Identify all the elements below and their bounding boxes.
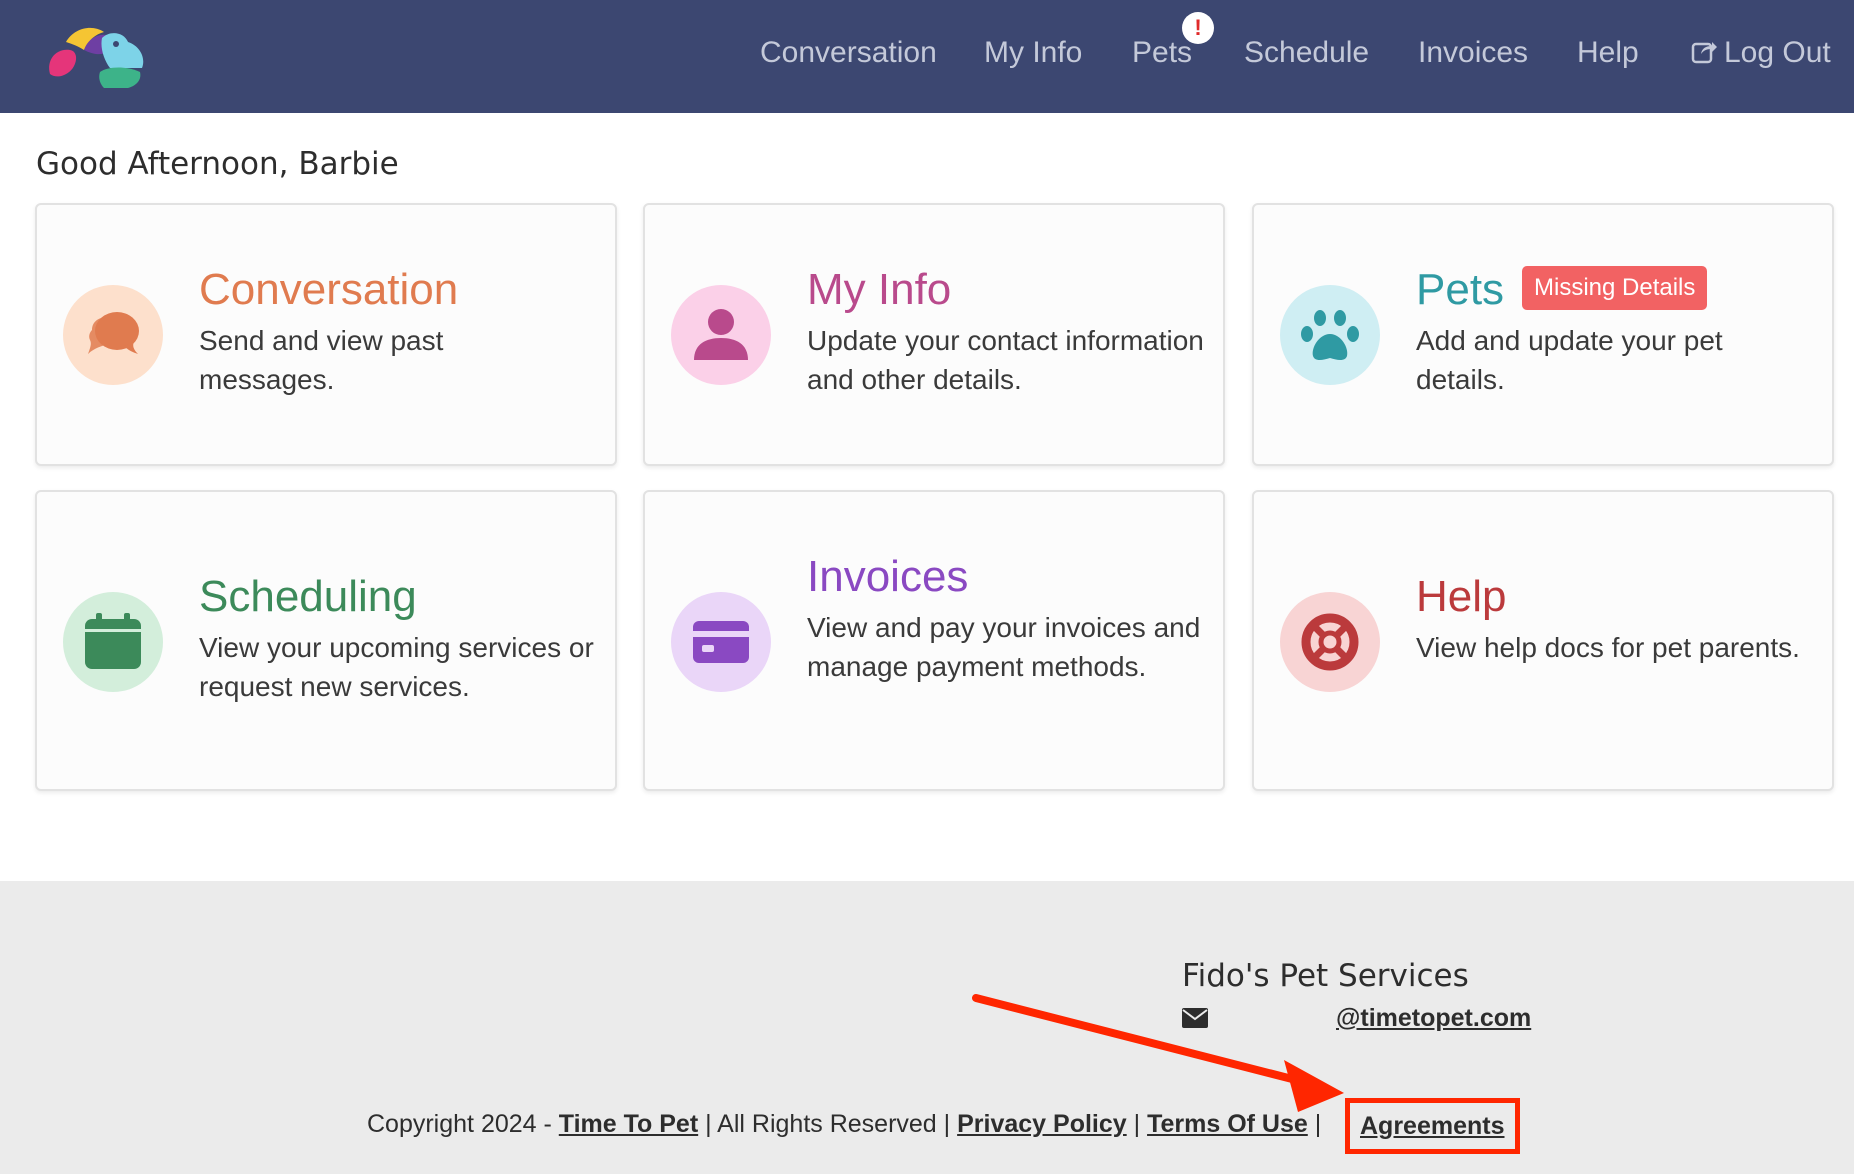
logout-icon [1691, 42, 1717, 64]
chat-bubbles-icon [88, 312, 139, 354]
nav-pets[interactable]: Pets [1132, 36, 1192, 70]
nav-conversation[interactable]: Conversation [760, 36, 937, 70]
calendar-icon [85, 613, 141, 669]
card-title: Pets [1416, 265, 1505, 314]
envelope-icon [1182, 1008, 1208, 1028]
nav-log-out-label: Log Out [1724, 36, 1831, 69]
pets-icon-circle [1280, 285, 1380, 385]
card-description: View and pay your invoices and manage pa… [807, 612, 1201, 682]
privacy-policy-link[interactable]: Privacy Policy [957, 1110, 1127, 1138]
card-help[interactable]: Help View help docs for pet parents. [1252, 490, 1834, 791]
card-scheduling[interactable]: Scheduling View your upcoming services o… [35, 490, 617, 791]
nav-log-out[interactable]: Log Out [1690, 36, 1831, 70]
missing-details-badge: Missing Details [1522, 266, 1708, 310]
top-navbar: Conversation My Info Pets ! Schedule Inv… [0, 0, 1854, 113]
copyright-prefix: Copyright 2024 - [367, 1110, 559, 1138]
nav-my-info[interactable]: My Info [984, 36, 1082, 70]
card-pets[interactable]: Pets Add and update your pet details. [1252, 203, 1834, 466]
greeting-heading: Good Afternoon, Barbie [36, 146, 399, 182]
paw-icon [1301, 310, 1359, 360]
card-title: My Info [807, 265, 952, 314]
card-description: Update your contact information and othe… [807, 325, 1204, 395]
pets-alert-badge: ! [1182, 12, 1214, 44]
invoices-icon-circle [671, 592, 771, 692]
person-icon [694, 309, 748, 360]
card-description: View your upcoming services or request n… [199, 632, 594, 702]
card-description: Add and update your pet details. [1416, 325, 1723, 395]
agreements-link[interactable]: Agreements [1345, 1098, 1520, 1154]
conversation-icon-circle [63, 285, 163, 385]
scheduling-icon-circle [63, 592, 163, 692]
card-conversation[interactable]: Conversation Send and view past messages… [35, 203, 617, 466]
credit-card-icon [693, 621, 749, 663]
card-description: Send and view past messages. [199, 325, 444, 395]
card-title: Help [1416, 572, 1507, 621]
nav-help[interactable]: Help [1577, 36, 1639, 70]
nav-invoices[interactable]: Invoices [1418, 36, 1528, 70]
card-my-info[interactable]: My Info Update your contact information … [643, 203, 1225, 466]
separator: | [1126, 1110, 1148, 1138]
card-title: Invoices [807, 552, 969, 601]
all-rights-text: | All Rights Reserved | [698, 1110, 958, 1138]
nav-schedule[interactable]: Schedule [1244, 36, 1369, 70]
terms-of-use-link[interactable]: Terms Of Use [1147, 1110, 1308, 1138]
card-title: Scheduling [199, 572, 417, 621]
app-logo-icon[interactable] [44, 20, 146, 90]
copyright-line: Copyright 2024 - Time To Pet | All Right… [367, 1110, 1321, 1139]
company-email-link[interactable]: @timetopet.com [1336, 1004, 1531, 1033]
my-info-icon-circle [671, 285, 771, 385]
help-icon-circle [1280, 592, 1380, 692]
separator: | [1307, 1110, 1322, 1138]
life-ring-icon [1301, 613, 1359, 671]
company-name: Fido's Pet Services [1182, 958, 1469, 994]
time-to-pet-link[interactable]: Time To Pet [559, 1110, 698, 1138]
card-invoices[interactable]: Invoices View and pay your invoices and … [643, 490, 1225, 791]
card-description: View help docs for pet parents. [1416, 632, 1800, 663]
card-title: Conversation [199, 265, 459, 314]
